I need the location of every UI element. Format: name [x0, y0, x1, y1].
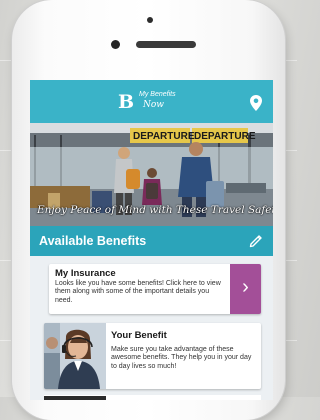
departure-sign-left: DEPARTURE	[133, 131, 195, 142]
hero-caption: Enjoy Peace of Mind with These Travel Sa…	[37, 204, 273, 216]
my-insurance-card[interactable]: My Insurance Looks like you have some be…	[49, 264, 261, 314]
card-description: Looks like you have some benefits! Click…	[55, 280, 221, 304]
app-header: B My Benefits Now	[30, 80, 273, 123]
your-benefit-card[interactable]: Your Benefit Make sure you take advantag…	[44, 323, 261, 389]
hero-banner[interactable]: DEPARTURE DEPARTURE Enjoy Peace of Mind …	[30, 123, 273, 226]
location-pin-icon[interactable]	[249, 94, 263, 112]
logo-line2: Now	[143, 100, 164, 110]
earpiece-speaker	[136, 41, 196, 48]
card-description: Make sure you take advantage of these aw…	[111, 346, 252, 370]
logo-line1: My Benefits	[139, 91, 176, 98]
pencil-icon[interactable]	[249, 233, 264, 248]
chevron-right-icon[interactable]: ›	[230, 264, 261, 314]
card-title: Your Benefit	[111, 330, 167, 341]
app-screen: B My Benefits Now DEPARTURE DEPARTURE En…	[30, 80, 273, 400]
support-agent-photo	[44, 323, 106, 389]
card-title: My Insurance	[55, 268, 116, 279]
departure-sign-right: DEPARTURE	[194, 131, 256, 142]
proximity-sensor	[147, 17, 153, 23]
front-camera	[111, 40, 120, 49]
logo-letter: B	[118, 91, 135, 113]
available-benefits-header: Available Benefits	[30, 226, 273, 256]
section-title: Available Benefits	[39, 234, 147, 248]
